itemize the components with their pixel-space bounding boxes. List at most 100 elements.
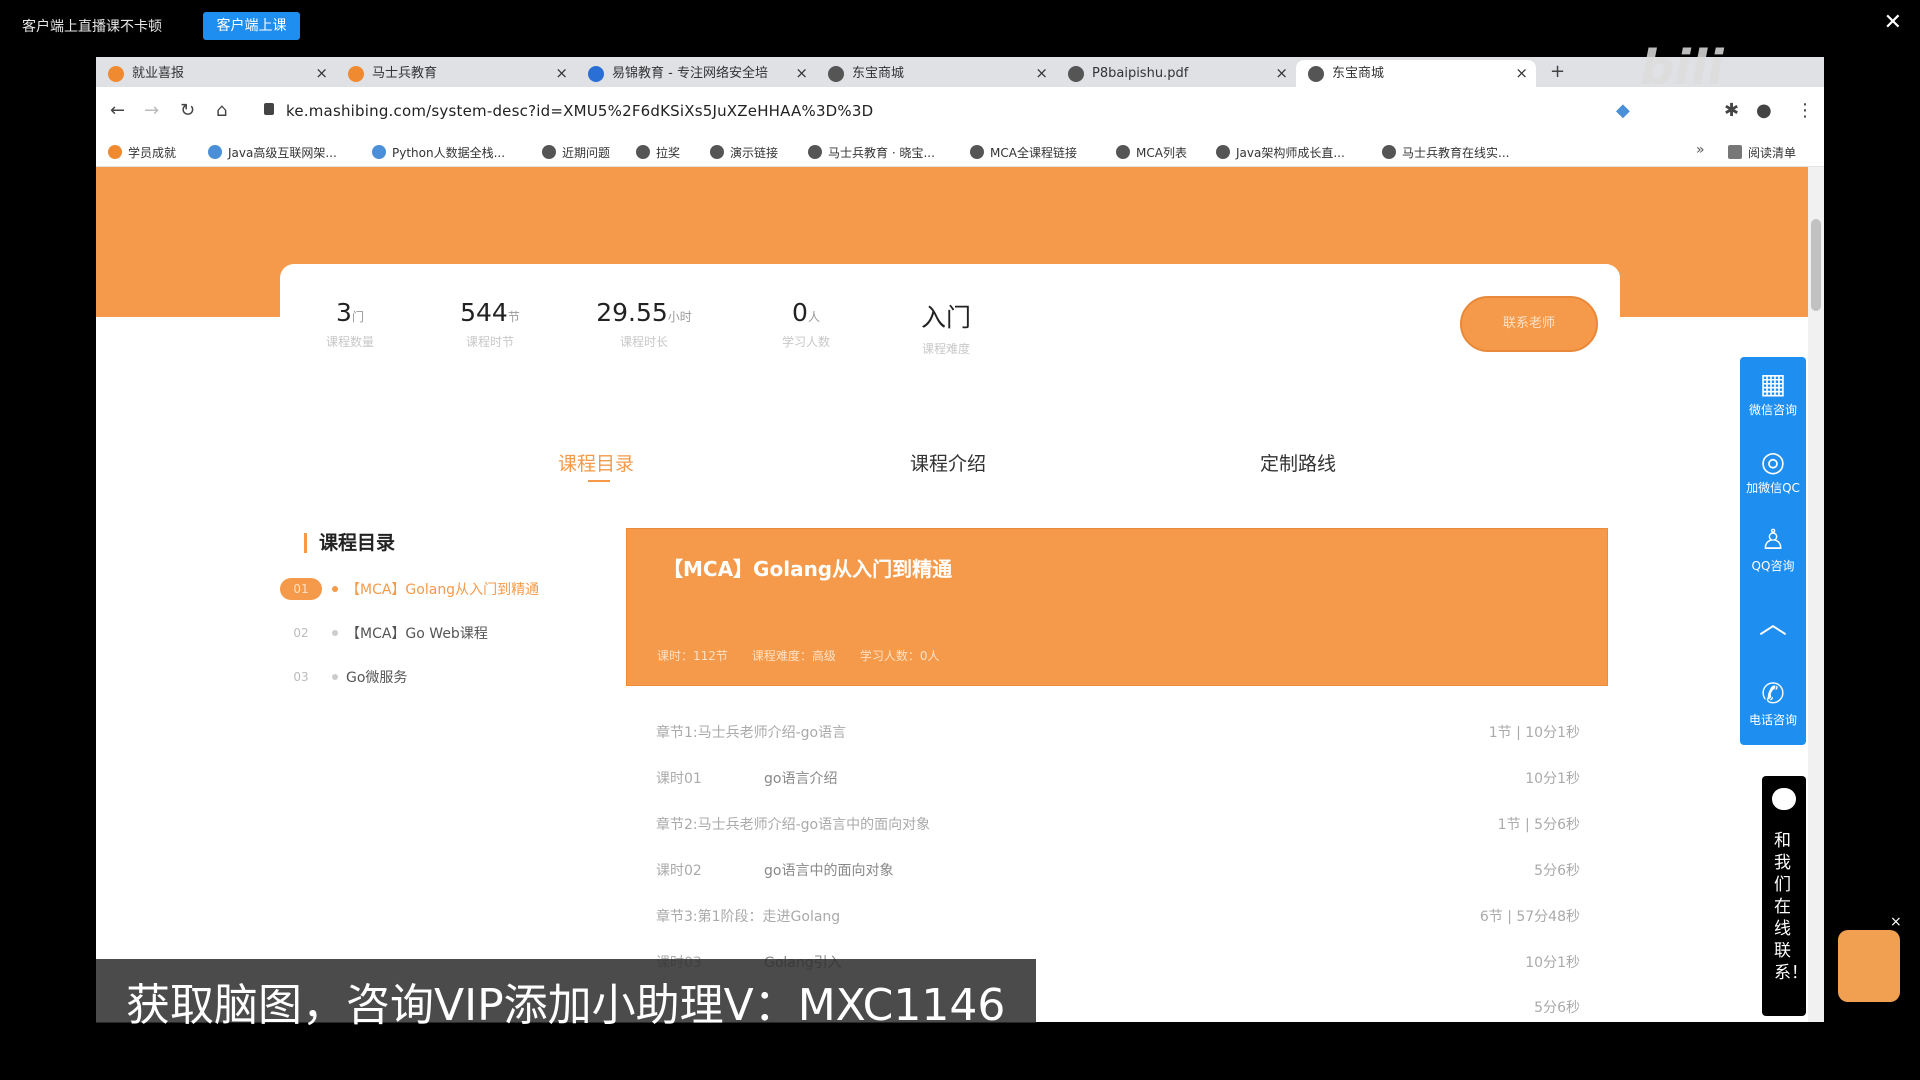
tab-course-intro[interactable]: 课程介绍	[910, 449, 986, 476]
online-chat-panel[interactable]: 和我们在线联系！	[1762, 776, 1808, 1016]
toc-item[interactable]: 01 【MCA】Golang从入门到精通	[280, 577, 620, 601]
bookmark-item[interactable]: 近期问题	[542, 144, 610, 161]
new-tab-icon[interactable]: +	[1550, 61, 1565, 82]
forward-icon[interactable]: →	[144, 100, 159, 121]
address-bar: ← → ↻ ⌂ ke.mashibing.com/system-desc?id=…	[96, 87, 1824, 137]
add-wechat-button[interactable]: ◎ 加微信QC	[1740, 445, 1806, 496]
bookmark-icon	[372, 145, 386, 159]
promo-badge[interactable]: ×	[1838, 914, 1902, 1002]
back-to-top-button[interactable]: ︿	[1740, 607, 1806, 641]
stat-lesson-count: 544节 课程时节	[420, 298, 560, 350]
url-field[interactable]: ke.mashibing.com/system-desc?id=XMU5%2F6…	[286, 102, 873, 120]
lesson-row[interactable]: 课时01 go语言介绍 10分1秒	[656, 766, 1580, 790]
toc-index-badge: 01	[280, 578, 322, 600]
side-label: 电话咨询	[1748, 713, 1797, 727]
tab-close-icon[interactable]: ×	[795, 60, 808, 87]
bookmark-label: 马士兵教育 · 晓宝...	[828, 146, 935, 160]
tab-close-icon[interactable]: ×	[1515, 60, 1528, 87]
bookmark-label: MCA列表	[1136, 146, 1187, 160]
qq-consult-button[interactable]: ♙ QQ咨询	[1740, 523, 1806, 574]
bookmark-item[interactable]: Python人数据全栈...	[372, 144, 505, 161]
bookmark-item[interactable]: 马士兵教育在线实...	[1382, 144, 1509, 161]
course-header-card: 【MCA】Golang从入门到精通 课时：112节 课程难度：高级 学习人数：0…	[626, 528, 1608, 686]
bookmark-icon	[208, 145, 222, 159]
chapter-duration: 6节 | 57分48秒	[1479, 909, 1580, 925]
browser-tab-active[interactable]: 东宝商城 ×	[1296, 60, 1536, 87]
contact-teacher-button[interactable]: 联系老师	[1460, 296, 1598, 352]
bookmark-label: 马士兵教育在线实...	[1402, 146, 1510, 160]
tab-close-icon[interactable]: ×	[315, 60, 328, 87]
qr-code-icon: ▦	[1759, 367, 1787, 400]
wechat-consult-button[interactable]: ▦ 微信咨询	[1740, 367, 1806, 418]
reading-list[interactable]: 阅读清单	[1728, 144, 1796, 161]
back-icon[interactable]: ←	[110, 100, 125, 121]
bookmark-icon	[1216, 145, 1230, 159]
page-scrollbar[interactable]	[1808, 167, 1824, 1022]
chapter-duration: 1节 | 5分6秒	[1497, 817, 1580, 833]
bookmark-item[interactable]: Java架构师成长直...	[1216, 144, 1345, 161]
lock-icon	[264, 103, 274, 115]
tab-close-icon[interactable]: ×	[1035, 60, 1048, 87]
bookmark-item[interactable]: 拉奖	[636, 144, 680, 161]
extension-icon[interactable]: ◆	[1616, 100, 1630, 121]
lesson-duration: 5分6秒	[1534, 1000, 1580, 1016]
bookmark-item[interactable]: 演示链接	[710, 144, 778, 161]
headset-icon: ◎	[1760, 445, 1786, 478]
stat-value: 3	[336, 298, 352, 327]
stat-course-count: 3门 课程数量	[280, 298, 420, 350]
browser-tab[interactable]: 东宝商城 ×	[816, 60, 1056, 87]
tab-close-icon[interactable]: ×	[1275, 60, 1288, 87]
bookmark-item[interactable]: MCA全课程链接	[970, 144, 1077, 161]
chat-panel-text: 和我们在线联系！	[1774, 831, 1808, 983]
lesson-index: 课时01	[656, 771, 702, 787]
bookmark-icon	[1382, 145, 1396, 159]
home-icon[interactable]: ⌂	[216, 100, 227, 121]
bookmark-label: MCA全课程链接	[990, 146, 1077, 160]
side-label: 加微信QC	[1746, 481, 1800, 495]
client-live-button[interactable]: 客户端上课	[203, 12, 300, 40]
tab-close-icon[interactable]: ×	[555, 60, 568, 87]
profile-avatar-icon[interactable]: ●	[1756, 100, 1772, 121]
browser-tab[interactable]: P8baipishu.pdf ×	[1056, 60, 1296, 87]
menu-icon[interactable]: ⋮	[1796, 100, 1814, 121]
chapter-row[interactable]: 章节2:马士兵老师介绍-go语言中的面向对象 1节 | 5分6秒	[656, 812, 1580, 836]
bookmark-item[interactable]: MCA列表	[1116, 144, 1187, 161]
chat-bubble-icon	[1772, 788, 1796, 810]
tab-favicon-icon	[588, 66, 604, 82]
bookmark-icon	[636, 145, 650, 159]
close-icon[interactable]: ✕	[1884, 10, 1902, 35]
reload-icon[interactable]: ↻	[180, 100, 195, 121]
chapter-title: 章节3:第1阶段：走进Golang	[656, 909, 841, 925]
watermark-banner: 获取脑图，咨询VIP添加小助理V：MXC1146	[96, 959, 1036, 1031]
pin-icon[interactable]: ✱	[1724, 100, 1739, 121]
bookmark-item[interactable]: 学员成就	[108, 144, 176, 161]
toc-item-label: 【MCA】Golang从入门到精通	[346, 582, 540, 598]
chapter-row[interactable]: 章节1:马士兵老师介绍-go语言 1节 | 10分1秒	[656, 720, 1580, 744]
chevron-up-icon: ︿	[1758, 607, 1787, 640]
stat-unit: 门	[351, 310, 364, 324]
toc-item[interactable]: 03 Go微服务	[280, 665, 620, 689]
tab-favicon-icon	[108, 66, 124, 82]
tab-custom-route[interactable]: 定制路线	[1260, 449, 1336, 476]
bookmark-label: 学员成就	[128, 146, 177, 160]
chapter-title: 章节1:马士兵老师介绍-go语言	[656, 725, 847, 741]
toc-item[interactable]: 02 【MCA】Go Web课程	[280, 621, 620, 645]
bookmark-item[interactable]: Java高级互联网架...	[208, 144, 337, 161]
phone-consult-button[interactable]: ✆ 电话咨询	[1740, 677, 1806, 728]
client-notice-text: 客户端上直播课不卡顿	[22, 19, 162, 35]
scrollbar-thumb[interactable]	[1811, 219, 1821, 311]
chapter-row[interactable]: 章节3:第1阶段：走进Golang 6节 | 57分48秒	[656, 904, 1580, 928]
lesson-row[interactable]: 课时02 go语言中的面向对象 5分6秒	[656, 858, 1580, 882]
stat-unit: 小时	[667, 310, 692, 324]
bookmarks-overflow-icon[interactable]: »	[1696, 142, 1705, 158]
bookmark-label: 演示链接	[730, 146, 779, 160]
promo-close-icon[interactable]: ×	[1890, 914, 1902, 930]
bookmark-item[interactable]: 马士兵教育 · 晓宝...	[808, 144, 935, 161]
stat-duration: 29.55小时 课程时长	[574, 298, 714, 350]
bookmark-label: 近期问题	[562, 146, 611, 160]
bookmark-label: Java高级互联网架...	[228, 146, 337, 160]
tab-course-catalog[interactable]: 课程目录	[558, 449, 634, 476]
browser-tab[interactable]: 就业喜报 ×	[96, 60, 336, 87]
browser-tab[interactable]: 马士兵教育 ×	[336, 60, 576, 87]
browser-tab[interactable]: 易锦教育 - 专注网络安全培 ×	[576, 60, 816, 87]
